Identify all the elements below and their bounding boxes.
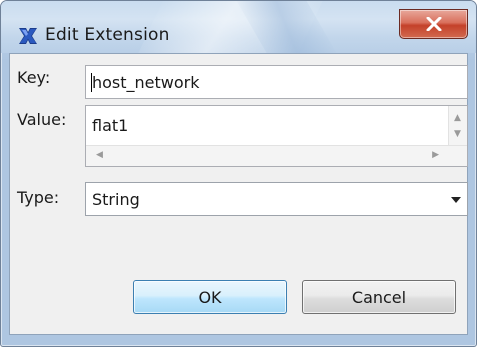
cancel-button[interactable]: Cancel (302, 280, 456, 314)
horizontal-scrollbar[interactable]: ◀ ▶ (86, 145, 467, 166)
type-select-value: String (92, 190, 140, 209)
ok-button[interactable]: OK (133, 280, 287, 314)
value-textarea[interactable]: flat1 ▲ ▼ ◀ ▶ (85, 105, 468, 167)
chevron-down-icon[interactable] (451, 197, 461, 203)
scroll-left-arrow-icon[interactable]: ◀ (96, 151, 103, 160)
ok-button-label: OK (198, 287, 222, 307)
scroll-up-arrow-icon[interactable]: ▲ (454, 114, 461, 123)
type-select[interactable]: String (85, 182, 468, 216)
scroll-right-arrow-icon[interactable]: ▶ (432, 151, 439, 160)
vertical-scrollbar[interactable]: ▲ ▼ (448, 106, 467, 147)
window-title: Edit Extension (45, 25, 170, 45)
scroll-down-arrow-icon[interactable]: ▼ (454, 130, 461, 139)
type-label: Type: (17, 188, 60, 207)
app-icon (19, 28, 37, 44)
value-label: Value: (17, 110, 67, 129)
key-input-value: host_network (92, 73, 200, 92)
close-icon (426, 17, 441, 31)
close-button[interactable] (399, 9, 468, 39)
title-bar[interactable]: Edit Extension (1, 1, 476, 53)
key-label: Key: (17, 68, 51, 87)
edit-extension-dialog: Edit Extension Key: host_network Value: … (0, 0, 477, 347)
value-textarea-value: flat1 (92, 116, 129, 135)
key-input[interactable]: host_network (85, 65, 468, 99)
dialog-body: Key: host_network Value: flat1 ▲ ▼ ◀ ▶ T… (9, 53, 468, 335)
cancel-button-label: Cancel (351, 287, 407, 307)
